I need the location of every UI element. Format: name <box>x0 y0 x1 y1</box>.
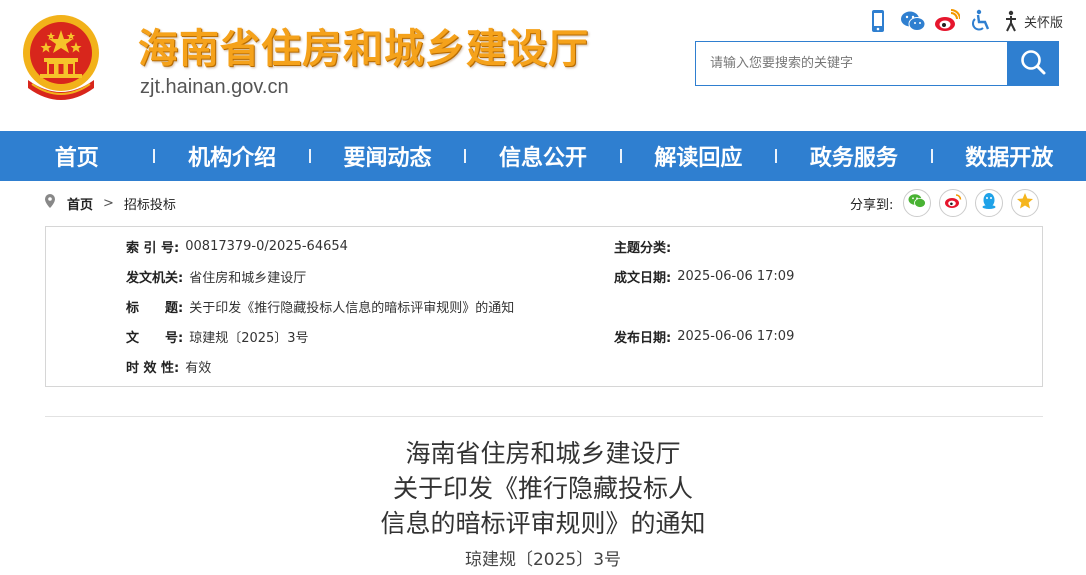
location-pin-icon <box>45 194 55 212</box>
share-qzone-button[interactable] <box>1011 189 1040 217</box>
header-tools: 关怀版 <box>866 8 1063 34</box>
main-nav: 首页 机构介绍 要闻动态 信息公开 解读回应 政务服务 数据开放 <box>0 131 1086 181</box>
share-qq-button[interactable] <box>975 189 1004 217</box>
meta-validity-label: 时 效 性: <box>126 360 180 376</box>
site-header: 海南省住房和城乡建设厅 zjt.hainan.gov.cn 关怀版 <box>0 0 1086 131</box>
search-button[interactable] <box>1007 42 1058 85</box>
care-mode-icon[interactable] <box>1002 9 1020 33</box>
search-icon <box>1019 48 1047 80</box>
content-divider <box>45 416 1043 417</box>
nav-item-interpretation[interactable]: 解读回应 <box>622 140 775 172</box>
weibo-icon <box>944 193 962 213</box>
meta-issuer: 发文机关: 省住房和城乡建设厅 <box>126 266 306 286</box>
search-box <box>695 41 1059 86</box>
document-title-line: 关于印发《推行隐藏投标人 <box>392 474 693 503</box>
meta-issuer-label: 发文机关: <box>126 270 184 286</box>
meta-title-label: 标 题: <box>126 300 184 316</box>
share-bar: 分享到: <box>850 189 1040 217</box>
weibo-icon[interactable] <box>934 9 961 33</box>
qq-icon <box>981 192 997 214</box>
meta-title-value: 关于印发《推行隐藏投标人信息的暗标评审规则》的通知 <box>189 300 515 316</box>
breadcrumb: 首页 > 招标投标 <box>45 192 176 214</box>
nav-item-open-data[interactable]: 数据开放 <box>933 140 1086 172</box>
meta-topic-label: 主题分类: <box>614 240 672 256</box>
breadcrumb-current[interactable]: 招标投标 <box>124 194 176 213</box>
care-mode-link[interactable]: 关怀版 <box>1024 12 1063 31</box>
share-label: 分享到: <box>850 197 894 213</box>
meta-docno: 文 号: 琼建规〔2025〕3号 <box>126 326 309 346</box>
meta-created-label: 成文日期: <box>614 270 672 286</box>
nav-item-home[interactable]: 首页 <box>0 140 153 172</box>
document-title: 海南省住房和城乡建设厅 关于印发《推行隐藏投标人 信息的暗标评审规则》的通知 <box>0 436 1086 541</box>
meta-published-value: 2025-06-06 17:09 <box>677 328 795 344</box>
meta-created-value: 2025-06-06 17:09 <box>677 268 795 284</box>
nav-item-services[interactable]: 政务服务 <box>777 140 930 172</box>
meta-docno-label: 文 号: <box>126 330 184 346</box>
meta-created: 成文日期: 2025-06-06 17:09 <box>614 266 794 286</box>
share-wechat-button[interactable] <box>903 189 932 217</box>
wechat-icon[interactable] <box>900 9 926 33</box>
document-title-line: 信息的暗标评审规则》的通知 <box>380 509 706 538</box>
document-title-line: 海南省住房和城乡建设厅 <box>405 439 681 468</box>
nav-item-news[interactable]: 要闻动态 <box>311 140 464 172</box>
breadcrumb-home[interactable]: 首页 <box>67 194 93 213</box>
meta-validity-value: 有效 <box>185 360 212 376</box>
breadcrumb-arrow: > <box>103 195 114 211</box>
meta-docno-value: 琼建规〔2025〕3号 <box>189 330 309 346</box>
national-emblem-logo[interactable] <box>18 8 104 108</box>
share-weibo-button[interactable] <box>939 189 968 217</box>
qzone-star-icon <box>1016 192 1034 214</box>
document-number: 琼建规〔2025〕3号 <box>464 550 622 570</box>
meta-index: 索 引 号: 00817379-0/2025-64654 <box>126 236 348 256</box>
accessibility-icon[interactable] <box>968 9 992 33</box>
meta-index-value: 00817379-0/2025-64654 <box>185 238 348 254</box>
meta-topic: 主题分类: <box>614 236 677 256</box>
meta-published: 发布日期: 2025-06-06 17:09 <box>614 326 794 346</box>
wechat-icon <box>908 193 927 213</box>
nav-item-about[interactable]: 机构介绍 <box>155 140 308 172</box>
search-input[interactable] <box>696 42 1007 85</box>
site-domain: zjt.hainan.gov.cn <box>140 76 289 98</box>
site-title[interactable]: 海南省住房和城乡建设厅 <box>138 16 589 74</box>
meta-issuer-value: 省住房和城乡建设厅 <box>189 270 307 286</box>
meta-index-label: 索 引 号: <box>126 240 180 256</box>
mobile-icon[interactable] <box>866 9 890 33</box>
document-metadata: 索 引 号: 00817379-0/2025-64654 主题分类: 发文机关:… <box>45 226 1043 387</box>
meta-title: 标 题: 关于印发《推行隐藏投标人信息的暗标评审规则》的通知 <box>126 296 514 316</box>
nav-item-disclosure[interactable]: 信息公开 <box>466 140 619 172</box>
meta-published-label: 发布日期: <box>614 330 672 346</box>
meta-validity: 时 效 性: 有效 <box>126 356 211 376</box>
